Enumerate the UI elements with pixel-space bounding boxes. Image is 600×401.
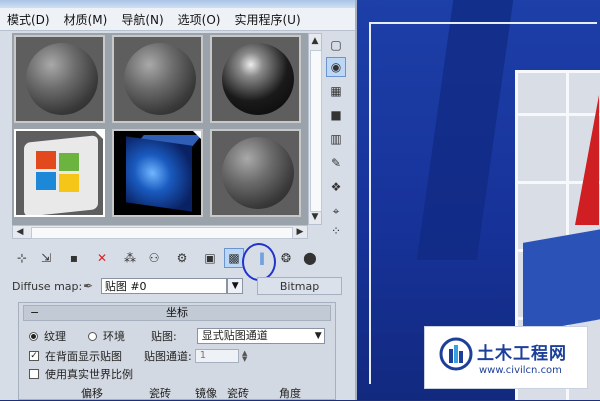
watermark-brand: 土木工程网 xyxy=(477,344,567,364)
scroll-down-icon[interactable]: ▼ xyxy=(309,210,321,224)
sample-slot-4-active[interactable] xyxy=(14,129,105,217)
diffuse-map-row: Diffuse map: ✒ 贴图 #0 ▼ Bitmap xyxy=(12,276,342,296)
select-by-material-icon[interactable]: ⌖ xyxy=(326,201,346,221)
reset-map-icon[interactable]: ✕ xyxy=(92,248,112,268)
menu-navigation[interactable]: 导航(N) xyxy=(114,11,170,28)
texture-radio[interactable] xyxy=(29,331,38,341)
put-to-scene-icon[interactable]: ⇲ xyxy=(36,248,56,268)
sample-slot-6[interactable] xyxy=(210,129,301,217)
scroll-thumb[interactable] xyxy=(31,227,293,239)
tiling-header: 瓷砖 xyxy=(149,387,171,400)
windows-logo-icon xyxy=(36,151,82,193)
scroll-left-icon[interactable]: ◀ xyxy=(13,226,27,238)
texture-radio-label: 纹理 xyxy=(44,330,66,343)
show-in-viewport-icon[interactable]: ▣ xyxy=(200,248,220,268)
eyedropper-icon[interactable]: ✒ xyxy=(83,279,101,293)
menu-bar: 模式(D) 材质(M) 导航(N) 选项(O) 实用程序(U) xyxy=(0,8,355,31)
scene-blue-shape xyxy=(523,227,600,333)
material-editor-panel: 模式(D) 材质(M) 导航(N) 选项(O) 实用程序(U) ▲ ▼ ◀ ▶ … xyxy=(0,0,357,400)
menu-utilities[interactable]: 实用程序(U) xyxy=(227,11,307,28)
tile-header: 瓷砖 xyxy=(227,387,249,400)
real-world-label: 使用真实世界比例 xyxy=(45,368,133,381)
sample-slots-grid xyxy=(12,33,308,225)
assign-material-icon[interactable]: ▪ xyxy=(64,248,84,268)
show-back-checkbox[interactable]: ✓ xyxy=(29,351,39,361)
show-back-label: 在背面显示贴图 xyxy=(45,350,122,363)
rollout-header[interactable]: − 坐标 xyxy=(23,305,331,321)
real-world-checkbox[interactable] xyxy=(29,369,39,379)
go-forward-icon[interactable]: ❂ xyxy=(276,248,296,268)
video-check-icon[interactable]: ▥ xyxy=(326,129,346,149)
sample-slot-2[interactable] xyxy=(112,35,203,123)
sample-sphere xyxy=(124,43,196,115)
mapping-label: 贴图: xyxy=(151,330,177,343)
material-id-icon[interactable]: ⚙ xyxy=(172,248,192,268)
put-to-library-icon[interactable]: ⚇ xyxy=(144,248,164,268)
mapping-mode-row: 纹理 环境 贴图: 显式贴图通道 ▼ xyxy=(29,327,325,345)
offset-header: 偏移 xyxy=(81,387,103,400)
chevron-down-icon[interactable]: ▼ xyxy=(227,278,244,294)
chevron-down-icon: ▼ xyxy=(314,331,322,341)
make-preview-icon[interactable]: ✎ xyxy=(326,153,346,173)
slot-corner-marker xyxy=(95,131,103,139)
mapping-select[interactable]: 显式贴图通道 ▼ xyxy=(196,328,325,344)
rollout-title: 坐标 xyxy=(166,306,188,319)
map-name-field[interactable]: 贴图 #0 xyxy=(100,278,228,294)
environ-radio-label: 环境 xyxy=(103,330,125,343)
environ-radio[interactable] xyxy=(88,331,97,341)
diffuse-map-label: Diffuse map: xyxy=(12,279,83,293)
real-world-row: 使用真实世界比例 xyxy=(29,365,133,383)
title-bar[interactable] xyxy=(0,0,355,8)
scroll-up-icon[interactable]: ▲ xyxy=(309,34,321,48)
sample-sphere xyxy=(222,137,294,209)
scroll-thumb[interactable] xyxy=(310,50,322,212)
scene-red-shape xyxy=(575,95,599,225)
show-back-row: ✓ 在背面显示贴图 贴图通道: 1 ▲ ▼ xyxy=(29,347,249,365)
blue-cube-preview xyxy=(126,136,192,212)
sample-horizontal-scrollbar[interactable]: ◀ ▶ xyxy=(12,225,308,239)
spinner-icon[interactable]: ▲ ▼ xyxy=(241,350,249,363)
make-unique-icon[interactable]: ⁂ xyxy=(120,248,140,268)
sample-sphere xyxy=(222,43,294,115)
options-icon[interactable]: ❖ xyxy=(326,177,346,197)
map-type-button[interactable]: Bitmap xyxy=(257,277,342,295)
sample-uv-icon[interactable]: ■ xyxy=(326,105,346,125)
civilcn-logo-icon xyxy=(439,337,473,371)
side-toolbar: ▢ ◉ ▦ ■ ▥ ✎ ❖ ⌖ ⁘ xyxy=(324,33,350,238)
coordinate-column-headers: 偏移 瓷砖 镜像 瓷砖 角度 xyxy=(79,385,329,401)
sample-sphere xyxy=(26,43,98,115)
map-channel-field[interactable]: 1 xyxy=(194,349,239,363)
menu-modes[interactable]: 模式(D) xyxy=(0,11,57,28)
scroll-right-icon[interactable]: ▶ xyxy=(293,226,307,238)
coordinates-rollout: − 坐标 纹理 环境 贴图: 显式贴图通道 ▼ ✓ 在背面显示贴图 贴图通道: … xyxy=(18,302,336,400)
sample-type-icon[interactable]: ◉ xyxy=(326,57,346,77)
box-icon[interactable]: ▢ xyxy=(326,35,346,55)
material-navigator-icon[interactable]: ⁘ xyxy=(326,221,346,241)
checker-background-icon[interactable]: ▦ xyxy=(326,81,346,101)
sample-slot-1[interactable] xyxy=(14,35,105,123)
watermark-url: www.civilcn.com xyxy=(479,365,562,376)
angle-header: 角度 xyxy=(279,387,301,400)
site-watermark: 土木工程网 www.civilcn.com xyxy=(424,326,588,389)
material-type-icon[interactable]: ⬤ xyxy=(300,248,320,268)
show-end-result-icon[interactable]: ▩ xyxy=(224,248,244,268)
slot-corner-marker xyxy=(193,131,201,139)
mirror-header: 镜像 xyxy=(195,387,217,400)
material-toolbar: ⊹ ⇲ ▪ ✕ ⁂ ⚇ ⚙ ▣ ▩ ‖ ❂ ⬤ xyxy=(12,246,342,270)
channel-label: 贴图通道: xyxy=(144,350,192,363)
menu-material[interactable]: 材质(M) xyxy=(57,11,115,28)
mapping-select-value: 显式贴图通道 xyxy=(201,329,268,342)
menu-options[interactable]: 选项(O) xyxy=(171,11,228,28)
go-to-parent-icon[interactable]: ‖ xyxy=(252,248,272,268)
get-material-icon[interactable]: ⊹ xyxy=(12,248,32,268)
sample-vertical-scrollbar[interactable]: ▲ ▼ xyxy=(308,33,322,225)
sample-slot-3[interactable] xyxy=(210,35,301,123)
sample-slot-5[interactable] xyxy=(112,129,203,217)
